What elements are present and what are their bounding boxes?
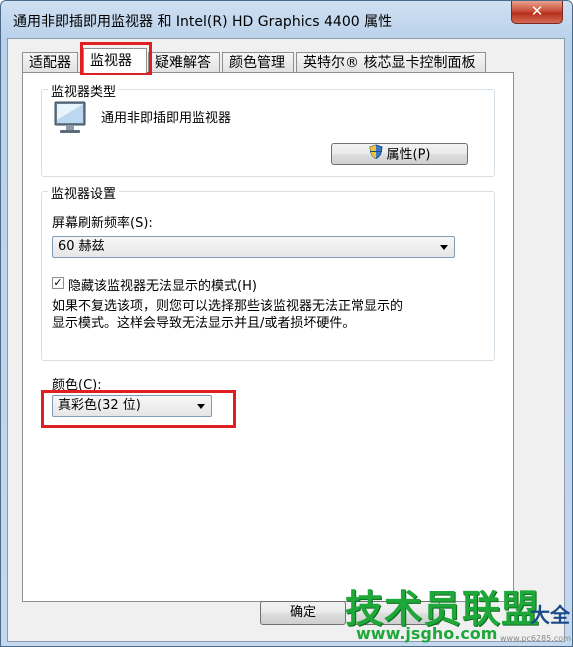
highlight-colors-select (41, 390, 236, 428)
close-button[interactable]: ✕ (511, 1, 563, 24)
tab-monitor[interactable]: 监视器 (83, 48, 147, 73)
monitor-settings-legend: 监视器设置 (48, 183, 120, 202)
window-title: 通用非即插即用监视器 和 Intel(R) HD Graphics 4400 属… (13, 14, 393, 30)
monitor-type-legend: 监视器类型 (48, 81, 120, 100)
refresh-rate-select[interactable]: 60 赫兹 (52, 236, 455, 258)
tab-troubleshoot[interactable]: 疑难解答 (148, 52, 220, 72)
hide-modes-label: 隐藏该监视器无法显示的模式(H) (68, 279, 257, 294)
monitor-icon (54, 101, 86, 133)
close-icon: ✕ (530, 2, 544, 20)
ok-button[interactable]: 确定 (260, 601, 346, 625)
refresh-rate-value: 60 赫兹 (58, 239, 105, 254)
monitor-name: 通用非即插即用监视器 (101, 111, 232, 126)
properties-button[interactable]: 属性(P) (331, 143, 468, 165)
refresh-rate-label: 屏幕刷新频率(S): (52, 216, 153, 231)
description-line-2: 显示模式。这样会导致无法显示并且/或者损坏硬件。 (52, 316, 356, 331)
tab-adapter[interactable]: 适配器 (22, 52, 78, 72)
watermark-url: www.jsgho.com (356, 624, 498, 643)
tab-color-management[interactable]: 颜色管理 (222, 52, 294, 72)
watermark-tiny-url: www.pc6285.com (500, 634, 571, 643)
tab-intel-control-panel[interactable]: 英特尔® 核芯显卡控制面板 (296, 52, 486, 72)
properties-button-label: 属性(P) (386, 147, 431, 163)
uac-shield-icon (368, 144, 383, 166)
chevron-down-icon (440, 245, 448, 250)
watermark-side-text: 大全 (530, 603, 570, 627)
hide-modes-checkbox[interactable]: ✓ (52, 277, 64, 289)
